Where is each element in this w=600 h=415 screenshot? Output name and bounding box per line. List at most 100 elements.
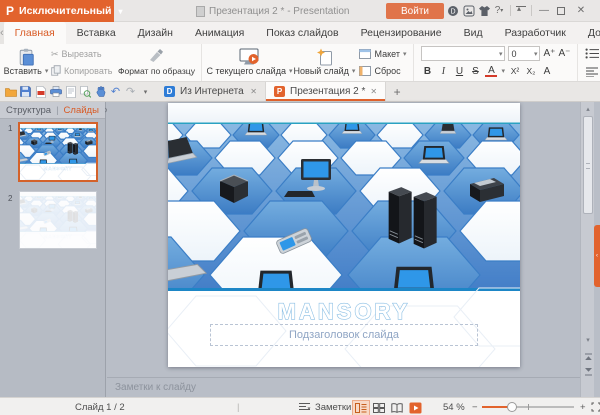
save-button[interactable] [19, 85, 32, 99]
slide-sorter-view-button[interactable] [370, 400, 388, 415]
doc-tab-from-internet[interactable]: D Из Интернета ✕ [156, 82, 266, 101]
layout-button[interactable]: Макет ▾ [359, 49, 406, 59]
quick-access-more-button[interactable]: ▾ [139, 85, 152, 99]
tab-animation[interactable]: Анимация [184, 22, 255, 44]
play-from-current-button[interactable]: С текущего слайда▾ [206, 46, 292, 79]
reading-view-button[interactable] [388, 400, 406, 415]
notes-pane[interactable]: Заметки к слайду [107, 377, 580, 397]
redo-button[interactable]: ↷ [124, 85, 137, 99]
copy-icon [51, 65, 61, 76]
undo-button[interactable]: ↶ [109, 85, 122, 99]
previous-slide-button[interactable] [582, 350, 594, 363]
close-tab-icon[interactable]: ✕ [250, 87, 257, 96]
cut-icon: ✂ [51, 49, 59, 60]
tab-design[interactable]: Дизайн [127, 22, 184, 44]
slide-2-number: 2 [8, 194, 12, 203]
tab-slides[interactable]: Слайды [64, 105, 99, 116]
vertical-scrollbar[interactable]: ▴ ▾ [580, 102, 594, 397]
print-preview-button[interactable] [64, 85, 77, 99]
zoom-in-button[interactable]: + [580, 398, 586, 415]
scroll-up-button[interactable]: ▴ [581, 103, 595, 115]
tab-slideshow[interactable]: Показ слайдов [255, 22, 349, 44]
app-menu-button[interactable]: P Исключительный ▾ [0, 0, 114, 22]
tab-review[interactable]: Рецензирование [350, 22, 453, 44]
font-color-button[interactable]: A [485, 66, 497, 77]
paragraph-group: › [578, 44, 600, 81]
underline-button[interactable]: U [453, 66, 465, 77]
minimize-button[interactable]: — [537, 3, 551, 18]
open-file-button[interactable] [4, 85, 17, 99]
ribbon-tab-bar: ‹ Главная Вставка Дизайн Анимация Показ … [0, 22, 600, 44]
zoom-out-button[interactable]: − [472, 398, 478, 415]
cut-label: Вырезать [62, 49, 102, 59]
align-left-button[interactable] [585, 67, 599, 77]
format-painter-button[interactable]: Формат по образцу [115, 46, 197, 79]
divider: | [237, 398, 239, 415]
side-panel-handle[interactable]: ‹ [594, 225, 600, 287]
close-icon: ✕ [577, 5, 585, 16]
copy-button[interactable]: Копировать [51, 65, 112, 76]
increase-font-button[interactable]: A⁺ [543, 48, 555, 59]
decrease-font-button[interactable]: A⁻ [558, 48, 570, 59]
zoom-level-display[interactable]: 54 % [443, 398, 465, 415]
tab-insert[interactable]: Вставка [66, 22, 127, 44]
tab-outline[interactable]: Структура [6, 105, 51, 116]
close-button[interactable]: ✕ [574, 3, 588, 18]
skin-icon[interactable] [477, 3, 491, 18]
docer-icon[interactable]: D [446, 3, 460, 18]
maximize-button[interactable] [554, 3, 568, 18]
scroll-down-button[interactable]: ▾ [581, 334, 595, 346]
fit-to-window-button[interactable] [591, 398, 600, 415]
strikethrough-button[interactable]: S [469, 66, 481, 77]
title-bar: P Исключительный ▾ Презентация 2 * - Pre… [0, 0, 600, 22]
font-name-combobox[interactable]: ▾ [421, 46, 505, 61]
doc-tab-presentation2[interactable]: P Презентация 2 * ✕ [266, 82, 386, 101]
new-slide-label: Новый слайд [294, 66, 349, 76]
scrollbar-thumb[interactable] [583, 116, 593, 214]
application-window: P Исключительный ▾ Презентация 2 * - Pre… [0, 0, 600, 415]
print-button[interactable] [49, 85, 62, 99]
login-button[interactable]: Войти [386, 3, 444, 19]
tab-extras[interactable]: Дополнительные возможности [577, 22, 600, 44]
subtitle-placeholder[interactable]: Подзаголовок слайда [210, 324, 478, 346]
next-slide-button[interactable] [582, 365, 594, 378]
close-tab-icon[interactable]: ✕ [370, 87, 377, 96]
window-title-text: Презентация 2 * - Presentation [209, 6, 349, 17]
wps-doc-icon: D [164, 86, 175, 97]
bullet-list-button[interactable] [585, 48, 600, 59]
export-pdf-button[interactable] [34, 85, 47, 99]
chevron-down-icon: ▾ [118, 7, 122, 16]
app-logo-icon: P [6, 4, 14, 18]
normal-view-button[interactable] [352, 400, 370, 415]
bold-button[interactable]: B [421, 66, 433, 77]
new-document-tab-button[interactable]: + [386, 82, 408, 101]
play-slideshow-button[interactable] [406, 400, 424, 415]
gallery-icon[interactable] [462, 3, 476, 18]
cut-button[interactable]: ✂ Вырезать [51, 49, 112, 60]
zoom-slider-thumb[interactable] [507, 402, 517, 412]
format-painter-label: Формат по образцу [118, 66, 195, 76]
tab-developer[interactable]: Разработчик [494, 22, 577, 44]
slide-2-preview [20, 192, 96, 248]
tab-view[interactable]: Вид [453, 22, 494, 44]
clear-format-button[interactable]: A [541, 66, 553, 77]
slide-1-thumbnail[interactable] [18, 122, 98, 182]
zoom-slider[interactable] [482, 406, 574, 408]
slide-2-thumbnail[interactable] [20, 192, 96, 248]
new-slide-button[interactable]: Новый слайд▾ [292, 46, 356, 79]
notes-toggle-button[interactable]: Заметки [298, 398, 351, 415]
paste-button[interactable]: Вставить▾ [4, 46, 48, 79]
preview-button[interactable] [79, 85, 92, 99]
help-menu-button[interactable]: ? ▾ [492, 3, 506, 18]
font-size-combobox[interactable]: 0▾ [508, 46, 540, 61]
italic-button[interactable]: I [437, 66, 449, 77]
subscript-button[interactable]: X₂ [525, 66, 537, 76]
hand-tool-button[interactable] [94, 85, 107, 99]
superscript-button[interactable]: X² [509, 66, 521, 76]
minimize-icon: — [539, 5, 549, 16]
reset-button[interactable]: Сброс [359, 66, 406, 76]
tab-home[interactable]: Главная [4, 22, 66, 44]
fit-screen-icon [591, 402, 600, 412]
collapse-ribbon-button[interactable] [514, 3, 528, 18]
slide-canvas[interactable]: Подзаголовок слайда [168, 103, 520, 367]
